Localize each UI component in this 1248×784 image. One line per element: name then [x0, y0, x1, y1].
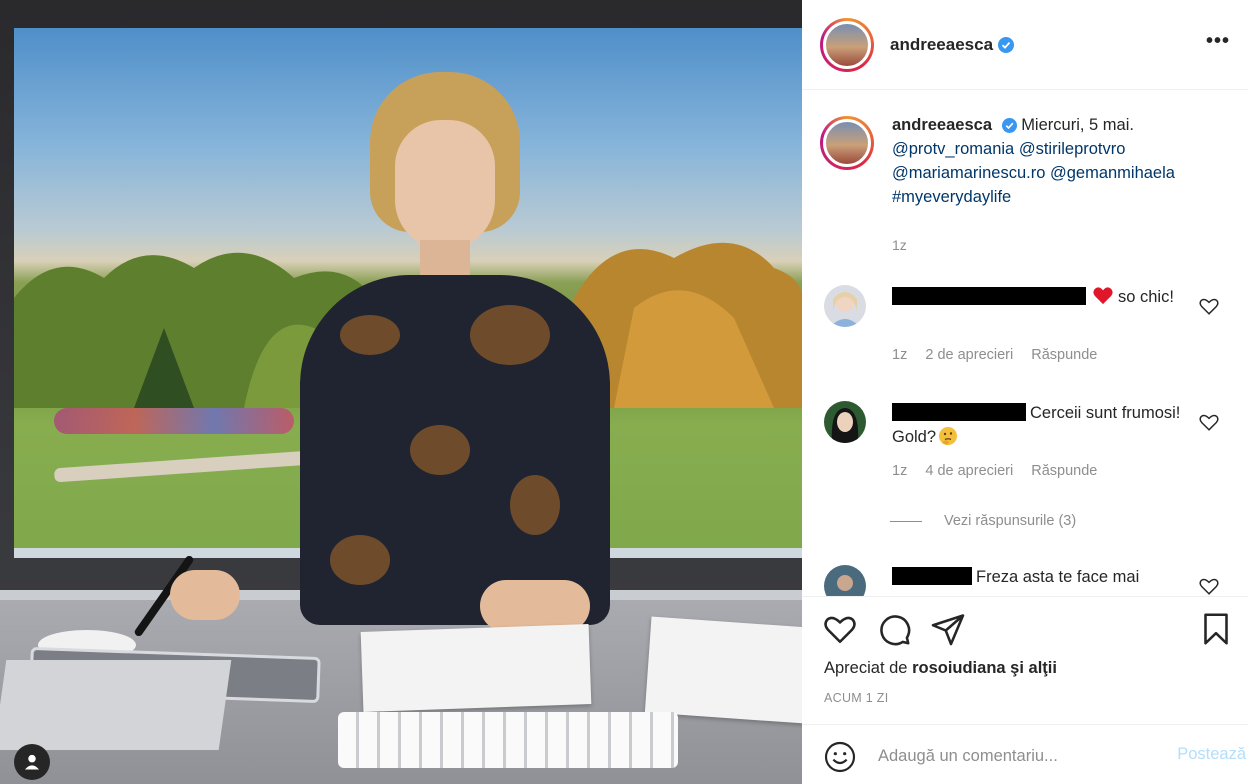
comment-meta: 1z 4 de aprecieri Răspunde: [892, 463, 1111, 479]
author-avatar[interactable]: [820, 17, 874, 72]
commenter-avatar[interactable]: [824, 401, 866, 443]
comment-like-icon[interactable]: [1198, 295, 1220, 317]
presenter: [133, 60, 700, 660]
keyboard: [338, 712, 678, 768]
author-username[interactable]: andreeaesca: [890, 35, 993, 55]
caption-text: andreeaesca Miercuri, 5 mai. @protv_roma…: [892, 113, 1232, 209]
commenter-avatar[interactable]: [824, 285, 866, 327]
comment-text: so chic!: [892, 285, 1182, 309]
bookmark-icon[interactable]: [1198, 611, 1234, 647]
heart-icon[interactable]: [822, 611, 858, 647]
post-button[interactable]: Postează: [1177, 745, 1246, 764]
post-timestamp[interactable]: ACUM 1 ZI: [824, 691, 889, 705]
tablet-cover: [0, 660, 232, 750]
liked-by-user[interactable]: rosoiudiana: [912, 659, 1006, 677]
hashtag-link[interactable]: #myeverydaylife: [892, 188, 1011, 206]
post-actions: Apreciat de rosoiudiana şi alţii ACUM 1 …: [802, 596, 1248, 724]
thinking-face-emoji-icon: [939, 427, 958, 445]
reply-button[interactable]: Răspunde: [1031, 463, 1097, 479]
post-sidebar: andreeaesca ••• andreeaesca Miercuri, 5 …: [802, 0, 1248, 784]
emoji-picker-icon[interactable]: [824, 741, 856, 773]
post-header: andreeaesca •••: [802, 0, 1248, 90]
caption-body: Miercuri, 5 mai.: [1021, 116, 1134, 134]
mention-link[interactable]: @mariamarinescu.ro: [892, 164, 1045, 182]
comment-meta: 1z 2 de aprecieri Răspunde: [892, 347, 1111, 363]
caption-username[interactable]: andreeaesca: [892, 116, 992, 134]
red-heart-emoji-icon: [1093, 287, 1113, 305]
redacted-username: [892, 567, 972, 585]
comment-text: Freza asta te face mai: [892, 565, 1182, 589]
comment-text: Cerceii sunt frumosi! Gold?: [892, 401, 1182, 449]
mention-link[interactable]: @gemanmihaela: [1050, 164, 1175, 182]
comment-likes[interactable]: 4 de aprecieri: [925, 463, 1013, 479]
mention-link[interactable]: @stirileprotvro: [1019, 140, 1126, 158]
comment-body: Freza asta te face mai: [976, 568, 1140, 586]
verified-badge-icon: [998, 36, 1015, 53]
desk-paper-right: [644, 616, 802, 724]
comment-composer: Postează: [802, 724, 1248, 784]
comment-time[interactable]: 1z: [892, 463, 907, 479]
desk-paper: [360, 624, 592, 712]
presenter-blouse: [300, 275, 610, 625]
post-photo[interactable]: [0, 0, 802, 784]
replies-divider: [890, 520, 922, 522]
commenter-avatar[interactable]: [824, 565, 866, 596]
comment-body: so chic!: [1118, 288, 1174, 306]
redacted-username: [892, 287, 1086, 305]
redacted-username: [892, 403, 1026, 421]
presenter-left-hand: [170, 570, 240, 620]
view-replies-label: Vezi răspunsurile (3): [944, 513, 1077, 529]
more-options-icon[interactable]: •••: [1206, 30, 1230, 53]
comment-like-icon[interactable]: [1198, 575, 1220, 596]
comment-likes[interactable]: 2 de aprecieri: [925, 347, 1013, 363]
comment-icon[interactable]: [876, 611, 912, 647]
liked-by-others[interactable]: şi alţii: [1010, 659, 1057, 677]
comments-list[interactable]: andreeaesca Miercuri, 5 mai. @protv_roma…: [802, 91, 1248, 596]
tagged-user-icon[interactable]: [14, 744, 50, 780]
comment-time[interactable]: 1z: [892, 347, 907, 363]
share-icon[interactable]: [930, 611, 966, 647]
liked-by-prefix: Apreciat de: [824, 659, 908, 677]
caption-time[interactable]: 1z: [892, 237, 907, 253]
comment-like-icon[interactable]: [1198, 411, 1220, 433]
comment-input[interactable]: [878, 741, 1148, 771]
caption-avatar[interactable]: [820, 116, 874, 170]
liked-by: Apreciat de rosoiudiana şi alţii: [824, 659, 1057, 678]
presenter-face: [395, 120, 495, 250]
view-replies-button[interactable]: Vezi răspunsurile (3): [890, 513, 1076, 529]
reply-button[interactable]: Răspunde: [1031, 347, 1097, 363]
mention-link[interactable]: @protv_romania: [892, 140, 1014, 158]
verified-badge-icon: [1001, 118, 1017, 134]
